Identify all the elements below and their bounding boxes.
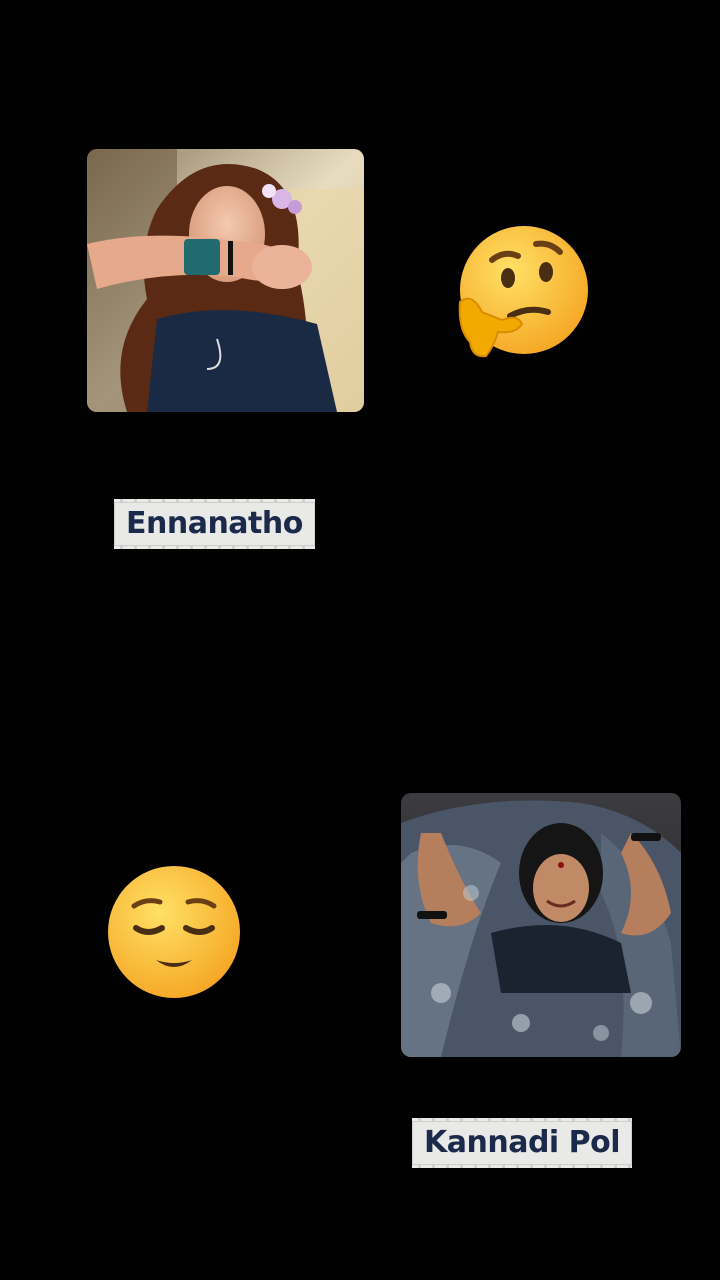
photo-woman-in-saree — [401, 793, 681, 1057]
thinking-face-icon — [452, 222, 592, 362]
post-caption-kannadi-pol: Kannadi Pol — [412, 1118, 633, 1168]
photo-1-image — [87, 149, 364, 412]
photo-2-image — [401, 793, 681, 1057]
photo-woman-covering-face — [87, 149, 364, 412]
relieved-face-icon — [104, 862, 244, 1002]
post-caption-ennanatho: Ennanatho — [114, 499, 315, 549]
